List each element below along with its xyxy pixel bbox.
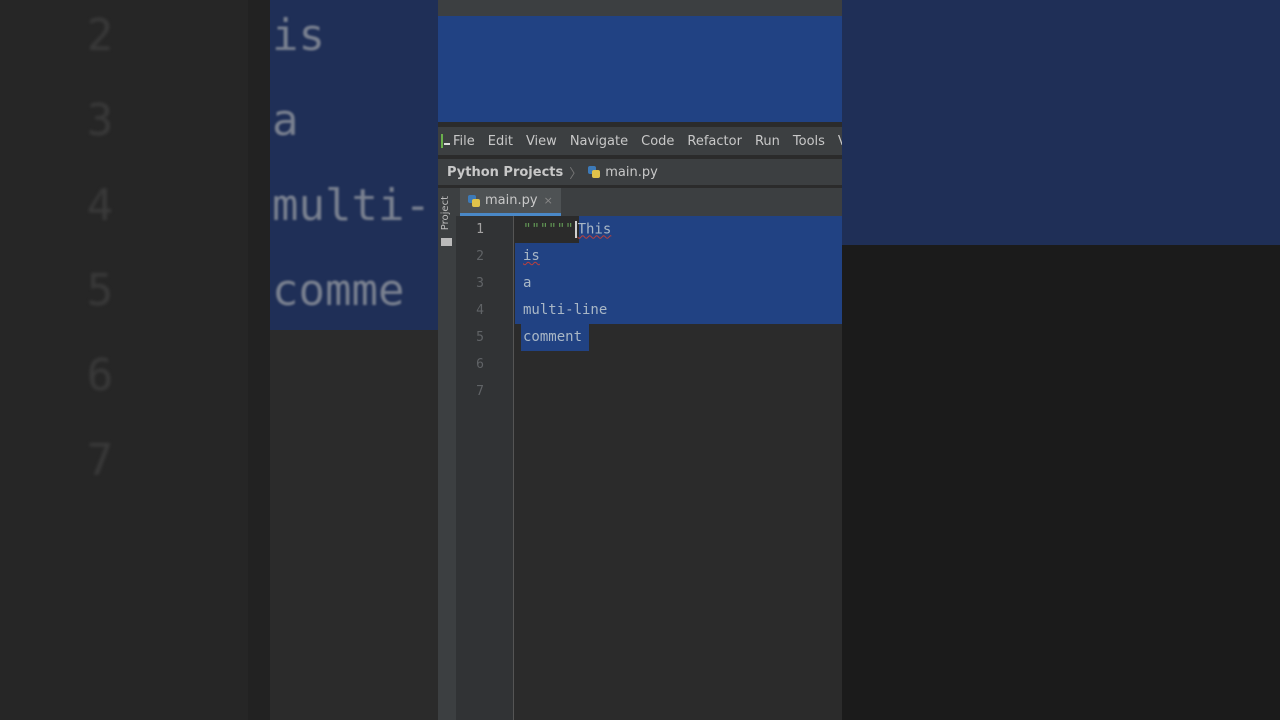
folder-icon [441,238,452,246]
menu-edit[interactable]: Edit [488,134,513,149]
bg-line-number: 4 [86,180,114,231]
pycharm-logo-icon [441,134,450,148]
bg-line-number: 2 [86,10,114,61]
menu-navigate[interactable]: Navigate [570,134,628,149]
line-number: 1 [476,222,484,237]
code-line-3: a [523,275,531,291]
code-line-2: is [523,248,540,264]
code-word: This [577,221,612,238]
menu-code[interactable]: Code [641,134,674,149]
code-word: comment [523,329,583,345]
bg-line-number: 6 [86,350,114,401]
editor-tab-bar: main.py × [456,188,842,217]
selection-highlight [515,243,842,270]
bg-code-line: comme [272,265,405,316]
ide-window: File Edit View Navigate Code Refactor Ru… [438,0,842,720]
bg-code-line: a [272,95,299,146]
python-file-icon [588,166,601,178]
string-quotes: """""" [523,221,574,238]
menu-refactor[interactable]: Refactor [687,134,742,149]
code-word: multi-line [523,302,608,318]
tab-main-py[interactable]: main.py × [460,188,561,216]
bg-selection-right [842,0,1280,245]
breadcrumb-separator-icon: 〉 [569,166,583,182]
menu-tools[interactable]: Tools [793,134,825,149]
selection-highlight [515,270,842,297]
bg-code-line: is [272,10,325,61]
menu-file[interactable]: File [453,134,475,149]
code-editor[interactable]: """""" This is a multi-line comment [515,216,842,720]
line-number-gutter: 1 2 3 4 5 6 7 [456,216,514,720]
line-number: 7 [476,384,484,399]
code-word: a [523,275,532,291]
line-number: 5 [476,330,484,345]
line-number: 3 [476,276,484,291]
line-number: 4 [476,303,484,318]
title-strip [438,0,842,16]
line-number: 2 [476,249,484,264]
breadcrumb-project[interactable]: Python Projects [447,165,563,180]
tab-label: main.py [485,193,538,208]
bg-line-number: 3 [86,95,114,146]
close-icon[interactable]: × [544,194,553,207]
background-zoom-left: 2 3 4 5 6 7 is a multi- comme [0,0,438,720]
line-number: 6 [476,357,484,372]
menu-run[interactable]: Run [755,134,780,149]
code-line-5: comment [523,329,582,345]
code-line-4: multi-line [523,302,607,318]
menu-bar: File Edit View Navigate Code Refactor Ru… [438,127,842,155]
background-zoom-right [842,0,1280,720]
tool-window-strip: Project [438,188,456,720]
bg-code-line: multi- [272,180,431,231]
bg-gutter-separator [248,0,270,720]
breadcrumb: Python Projects 〉 main.py [438,159,842,185]
bg-line-number: 7 [86,435,114,486]
menu-view[interactable]: View [526,134,557,149]
breadcrumb-file[interactable]: main.py [605,165,658,180]
bg-line-number: 5 [86,265,114,316]
python-file-icon [468,194,480,207]
menu-vcs[interactable]: V [838,134,842,149]
selection-highlight [579,216,842,243]
selection-overlay-top [438,16,842,122]
project-tool-button[interactable]: Project [440,196,451,230]
code-line-1: """""" This [523,221,611,238]
text-caret [574,221,577,238]
code-word: is [523,248,540,264]
